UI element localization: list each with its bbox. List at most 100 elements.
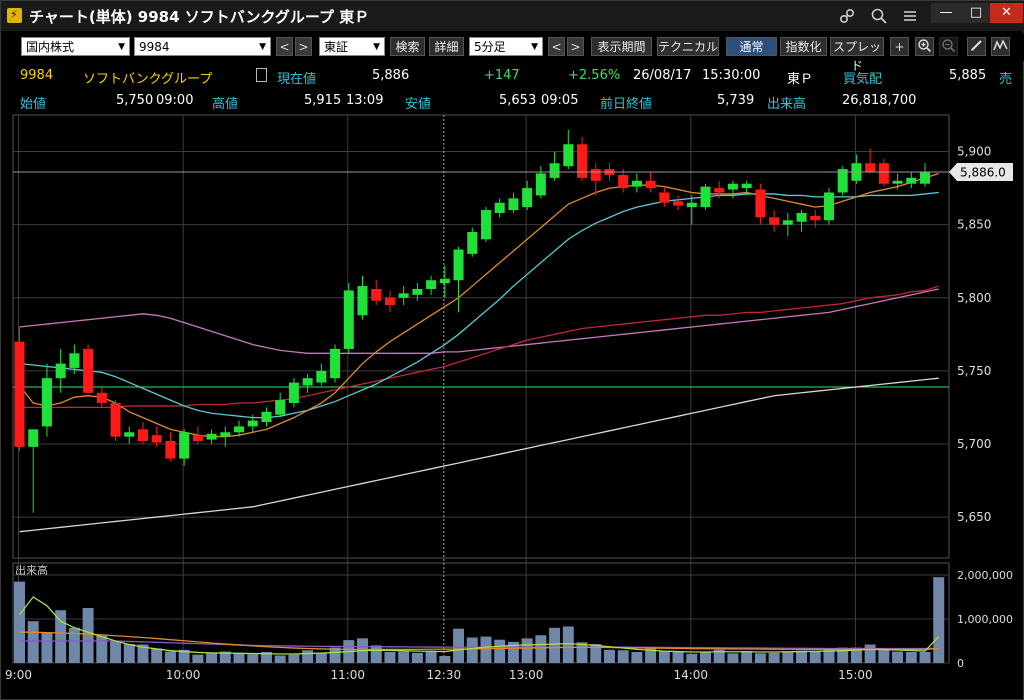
volume-bar (274, 655, 286, 663)
time-tick-label: 11:00 (330, 668, 365, 682)
open-label: 始値 (20, 97, 47, 112)
candle-body (508, 198, 519, 211)
time-tick-label: 9:00 (5, 668, 32, 682)
candle-body (714, 188, 725, 193)
candle-body (631, 180, 642, 187)
market-select-value: 国内株式 (26, 40, 75, 54)
volume-bar (905, 652, 917, 663)
volume-bar (55, 610, 67, 663)
volume-bar (549, 627, 561, 663)
volume-bar (796, 650, 808, 663)
market-select[interactable]: 国内株式 ▼ (21, 37, 130, 56)
change-value: +147 (484, 68, 520, 83)
next-symbol-button[interactable]: > (295, 37, 312, 56)
prev-close-value: 5,739 (717, 93, 755, 108)
volume-tick-label: 1,000,000 (957, 613, 1013, 626)
candle-body (453, 249, 464, 281)
time-tick-label: 14:00 (673, 668, 708, 682)
open-value: 5,750 (116, 93, 154, 108)
app-icon: ⚡ (7, 8, 22, 23)
volume-bar (315, 652, 327, 663)
detail-button[interactable]: 詳細 (429, 37, 464, 56)
zoom-out-icon[interactable] (939, 37, 958, 56)
candle-body (426, 280, 437, 289)
index-button[interactable]: 指数化 (780, 37, 827, 56)
interval-select[interactable]: 5分足 ▼ (469, 37, 543, 56)
quote-market: 東Ｐ (787, 72, 814, 87)
candle-body (288, 382, 299, 404)
link-icon[interactable] (838, 7, 856, 25)
candle-body (741, 183, 752, 189)
title-bar[interactable]: ⚡ チャート(単体) 9984 ソフトバンクグループ 東Ｐ — □ ✕ (1, 1, 1024, 31)
volume-bar (329, 647, 341, 663)
dropdown-arrow-icon: ▼ (531, 42, 538, 52)
volume-bar (439, 655, 451, 663)
menu-icon[interactable] (901, 7, 919, 25)
volume-bar (617, 650, 629, 663)
volume-bar (754, 653, 766, 663)
maximize-button[interactable]: □ (961, 3, 991, 23)
candle-body (645, 180, 656, 189)
candle-body (137, 429, 148, 442)
dropdown-arrow-icon: ▼ (118, 42, 125, 52)
candle-body (659, 192, 670, 203)
volume-bar (878, 648, 890, 663)
time-tick-label: 15:00 (838, 668, 873, 682)
volume-bar (535, 635, 547, 663)
candle-body (563, 144, 574, 167)
crosshair-icon[interactable]: + (890, 37, 909, 56)
volume-bar (864, 644, 876, 663)
bid-value: 5,885 (949, 68, 987, 83)
volume-bar (384, 652, 396, 663)
volume-bar (123, 644, 135, 663)
quote-name: ソフトバンクグループ (83, 72, 213, 87)
prev-period-button[interactable]: < (548, 37, 565, 56)
volume-tick-label: 0 (957, 657, 964, 670)
document-icon[interactable] (256, 68, 267, 82)
prev-symbol-button[interactable]: < (276, 37, 293, 56)
candle-body (41, 378, 52, 427)
next-period-button[interactable]: > (567, 37, 584, 56)
candle-body (28, 429, 39, 447)
candle-body (151, 435, 162, 443)
candle-body (700, 186, 711, 208)
candle-body (343, 290, 354, 349)
volume-bar (206, 653, 218, 663)
indicator-icon[interactable] (991, 37, 1010, 56)
candle-body (810, 215, 821, 221)
time-tick-label: 12:30 (427, 668, 462, 682)
volume-bar (151, 648, 163, 663)
price-chart[interactable]: 5,650 5,700 5,750 5,800 5,850 5,900 2,000,000 1… (1, 113, 1023, 699)
candle-body (234, 426, 245, 433)
close-button[interactable]: ✕ (990, 3, 1023, 23)
candle-body (686, 202, 697, 208)
candle-body (165, 441, 176, 459)
price-tick-label: 5,750 (957, 364, 991, 378)
current-value: 5,886 (372, 68, 410, 83)
spread-button[interactable]: スプレッド (830, 37, 884, 73)
candle-body (275, 400, 286, 415)
technical-button[interactable]: テクニカル (657, 37, 719, 56)
search-icon[interactable] (870, 7, 888, 25)
minimize-button[interactable]: — (931, 3, 961, 23)
candle-body (220, 432, 231, 437)
low-label: 安値 (405, 97, 432, 112)
ma-slow-line (19, 285, 939, 409)
volume-value: 26,818,700 (842, 93, 917, 108)
candle-body (920, 172, 931, 184)
volume-bar (631, 652, 643, 663)
zoom-in-icon[interactable] (915, 37, 934, 56)
search-button[interactable]: 検索 (390, 37, 425, 56)
candle-body (467, 231, 478, 254)
candle-body (549, 163, 560, 178)
candle-body (769, 217, 780, 225)
pencil-icon[interactable] (967, 37, 986, 56)
candle-body (412, 288, 423, 295)
normal-button[interactable]: 通常 (726, 37, 777, 56)
candle-body (14, 341, 25, 447)
exchange-select[interactable]: 東証 ▼ (319, 37, 385, 56)
price-tick-label: 5,850 (957, 218, 991, 232)
code-input[interactable]: 9984 ▼ (134, 37, 271, 56)
period-button[interactable]: 表示期間 (591, 37, 652, 56)
volume-bar (494, 639, 506, 663)
